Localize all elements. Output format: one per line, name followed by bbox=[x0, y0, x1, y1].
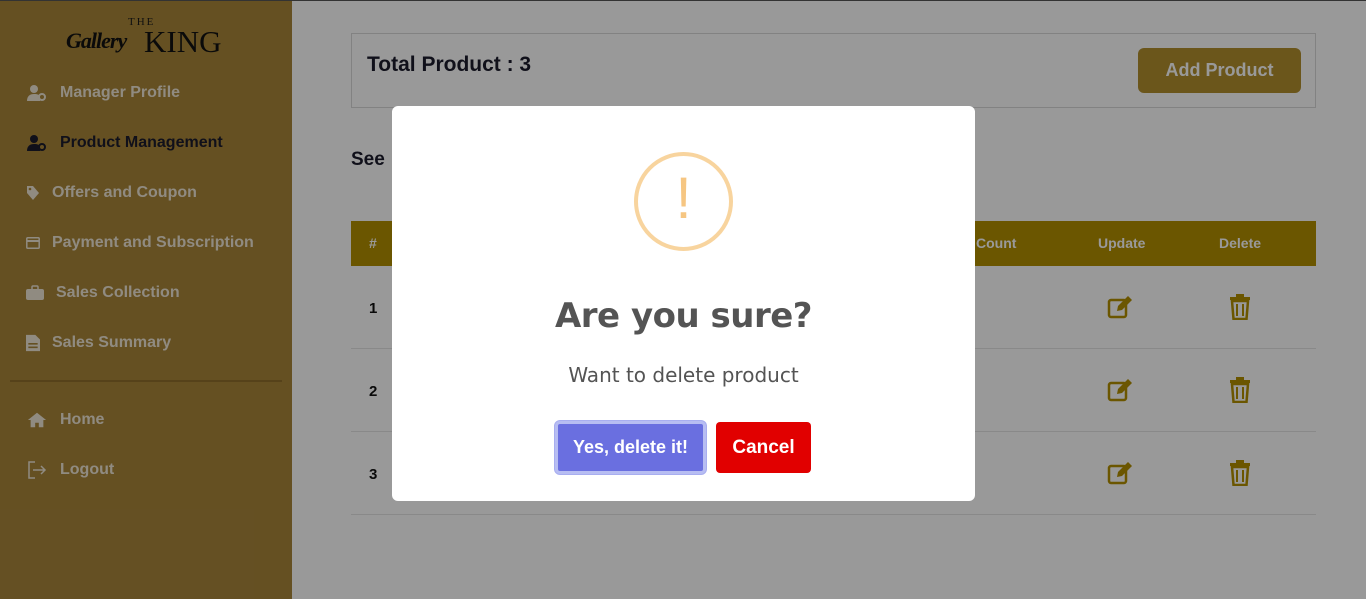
dialog-title: Are you sure? bbox=[554, 296, 813, 336]
cancel-button[interactable]: Cancel bbox=[716, 422, 811, 473]
confirm-dialog: ! Are you sure? Want to delete product Y… bbox=[392, 106, 975, 501]
warning-icon: ! bbox=[634, 152, 733, 251]
confirm-delete-button[interactable]: Yes, delete it! bbox=[555, 421, 706, 474]
warning-mark: ! bbox=[675, 166, 692, 231]
dialog-message: Want to delete product bbox=[568, 363, 799, 387]
